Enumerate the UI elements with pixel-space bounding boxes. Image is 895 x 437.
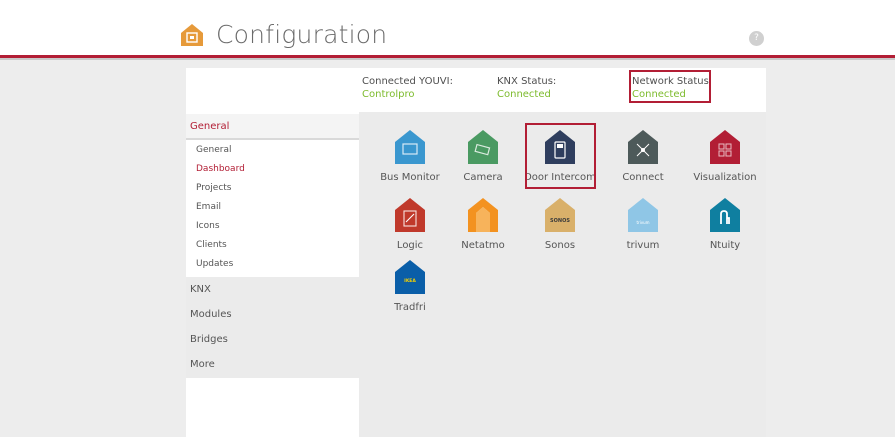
tile-shape [395,130,425,164]
grid-icon [710,130,740,164]
module-visualization[interactable]: Visualization [684,130,766,183]
module-label: Sonos [544,240,576,251]
monitor-icon [395,130,425,164]
logic-icon [395,198,425,232]
page-title: Configuration [216,20,388,49]
knx-status-value: Connected [497,89,551,100]
sidebar-item-clients[interactable]: Clients [196,240,227,250]
module-label: Ntuity [709,240,741,251]
module-camera[interactable]: Camera [442,130,524,183]
module-label: Netatmo [461,240,505,251]
youvi-status-value: Controlpro [362,89,415,100]
sonos-icon: SONOS [545,198,575,232]
module-sonos[interactable]: SONOS Sonos [519,198,601,251]
sidebar-item-updates[interactable]: Updates [196,259,233,269]
module-label: trivum [626,240,660,251]
knx-status: KNX Status: Connected [497,75,556,101]
module-label: Camera [463,172,503,183]
module-label: Visualization [693,172,757,183]
divider [0,58,895,60]
knx-status-label: KNX Status: [497,76,557,87]
house-logo-icon [181,24,203,46]
module-tradfri[interactable]: IKEA Tradfri [369,260,451,313]
ntuity-icon [710,198,740,232]
trivum-icon: trivum [628,198,658,232]
sidebar-item-email[interactable]: Email [196,202,221,212]
sidebar: General General Dashboard Projects Email… [186,112,359,437]
youvi-status: Connected YOUVI: Controlpro [362,75,453,101]
module-netatmo[interactable]: Netatmo [442,198,524,251]
sidebar-section-general[interactable]: General [186,114,359,140]
netatmo-icon [468,198,498,232]
sidebar-section-more[interactable]: More [186,352,359,378]
module-label: Bus Monitor [380,172,440,183]
ikea-badge: IKEA [404,278,416,284]
sidebar-item-icons[interactable]: Icons [196,221,220,231]
module-label: Logic [396,240,424,251]
youvi-status-label: Connected YOUVI: [362,76,453,87]
module-ntuity[interactable]: Ntuity [684,198,766,251]
module-logic[interactable]: Logic [369,198,451,251]
module-bus-monitor[interactable]: Bus Monitor [369,130,451,183]
help-icon[interactable]: ? [749,31,764,46]
sidebar-item-projects[interactable]: Projects [196,183,231,193]
camera-icon [468,130,498,164]
ikea-icon: IKEA [395,260,425,294]
network-icon [628,130,658,164]
sidebar-item-dashboard[interactable]: Dashboard [196,164,245,174]
sidebar-submenu: General Dashboard Projects Email Icons C… [186,141,359,275]
module-label: Tradfri [394,302,426,313]
network-status-highlight [629,70,711,103]
module-label: Connect [622,172,664,183]
door-intercom-highlight [525,123,596,189]
sidebar-section-bridges[interactable]: Bridges [186,327,359,353]
app-header: Configuration ? [0,0,895,58]
module-connect[interactable]: Connect [602,130,684,183]
sonos-badge: SONOS [550,218,570,224]
sidebar-section-modules[interactable]: Modules [186,302,359,328]
trivum-badge: trivum [636,220,649,225]
sidebar-item-general[interactable]: General [196,145,231,155]
sidebar-section-knx[interactable]: KNX [186,277,359,303]
module-trivum[interactable]: trivum trivum [602,198,684,251]
